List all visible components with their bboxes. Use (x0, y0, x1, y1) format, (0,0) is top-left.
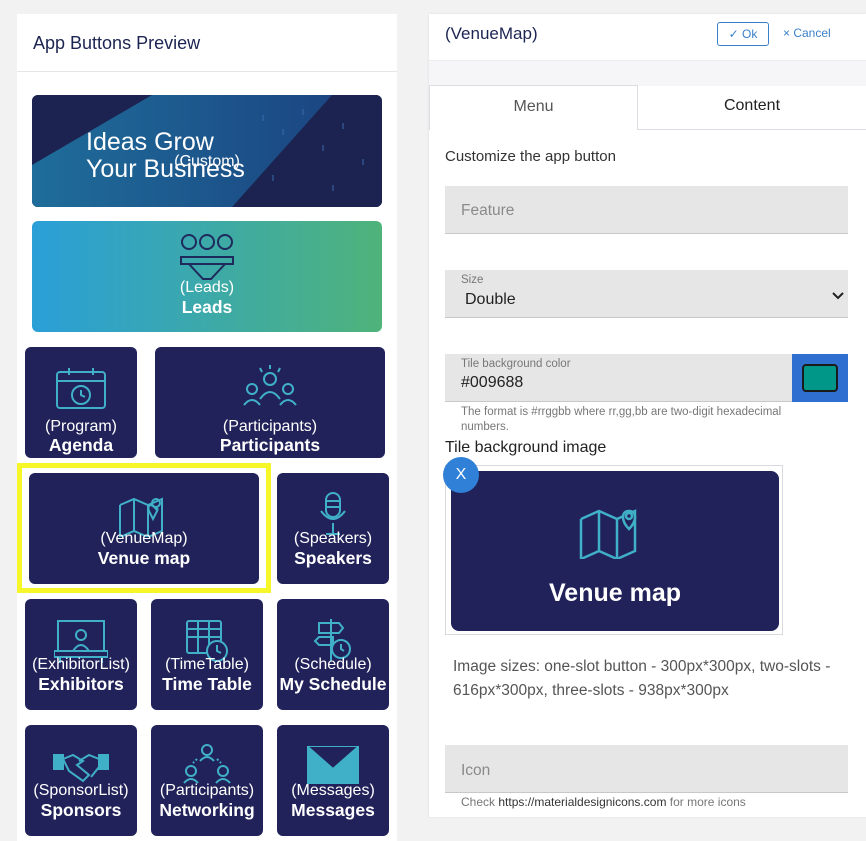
tile-name: Networking (159, 800, 255, 820)
check-suffix: for more icons (669, 795, 746, 809)
tile-label: (SponsorList) (33, 782, 129, 799)
icon-field[interactable]: Icon (445, 745, 848, 793)
feature-placeholder: Feature (461, 202, 515, 219)
tile-name: Exhibitors (38, 674, 124, 694)
tile-label: (Messages) (291, 782, 375, 799)
icon-help-text: Check https://materialdesignicons.com fo… (461, 795, 746, 809)
preview-panel-title: App Buttons Preview (17, 14, 397, 72)
calendar-clock-icon (56, 368, 106, 409)
tile-label: (Leads) (179, 279, 235, 296)
editor-title: (VenueMap) (445, 24, 538, 43)
tab-menu[interactable]: Menu (429, 85, 638, 130)
tile-name: Time Table (162, 674, 252, 694)
tile-label: (Participants) (222, 418, 318, 435)
tile-custom[interactable]: Ideas Grow Your Business (Custom) (32, 95, 382, 207)
tile-name: Venue map (97, 548, 191, 568)
bg-color-field[interactable]: Tile background color #009688 (445, 354, 795, 402)
tile-name: Messages (291, 800, 375, 820)
tile-networking[interactable]: (Participants) Networking (151, 725, 263, 836)
icon-placeholder: Icon (461, 762, 491, 779)
size-label: Size (461, 274, 484, 286)
bg-color-value: #009688 (461, 374, 524, 391)
chevron-down-icon (832, 292, 844, 300)
tile-label: (Speakers) (293, 530, 373, 547)
check-prefix: Check (461, 795, 496, 809)
materialdesignicons-link[interactable]: https://materialdesignicons.com (498, 795, 666, 809)
bg-image-preview: Venue map (445, 465, 783, 635)
feature-field[interactable]: Feature (445, 186, 848, 234)
tile-name: Agenda (48, 435, 114, 455)
cancel-button[interactable]: × Cancel (783, 22, 831, 46)
tile-agenda[interactable]: (Program) Agenda (25, 347, 137, 458)
tile-label: (Schedule) (294, 656, 372, 673)
tile-label: (Participants) (159, 782, 255, 799)
remove-image-button[interactable]: X (443, 457, 479, 493)
size-select[interactable]: Size Double (445, 270, 848, 318)
bg-image-tile-name: Venue map (549, 579, 681, 607)
app-buttons-preview-panel: App Buttons Preview Ideas Grow Your Busi… (17, 14, 397, 841)
tile-name: Sponsors (40, 800, 122, 820)
tile-label: (Custom) (174, 153, 240, 170)
ok-button[interactable]: ✓ Ok (717, 22, 769, 46)
tile-name: Leads (181, 297, 233, 317)
tab-content[interactable]: Content (638, 85, 866, 130)
tile-sponsors[interactable]: (SponsorList) Sponsors (25, 725, 137, 836)
presenter-group-icon (243, 365, 297, 406)
button-editor-panel: (VenueMap) ✓ Ok × Cancel Menu Content Cu… (429, 14, 866, 817)
envelope-icon (307, 746, 359, 784)
tile-time-table[interactable]: (TimeTable) Time Table (151, 599, 263, 710)
tile-exhibitors[interactable]: (ExhibitorList) Exhibitors (25, 599, 137, 710)
map-pin-icon (579, 509, 637, 559)
bg-color-hint: The format is #rrggbb where rr,gg,bb are… (461, 406, 782, 433)
tile-venue-map[interactable]: (VenueMap) Venue map (29, 473, 259, 584)
tile-participants[interactable]: (Participants) Participants (155, 347, 385, 458)
header-divider (429, 60, 866, 86)
editor-subtitle: Customize the app button (445, 148, 616, 165)
tile-leads[interactable]: (Leads) Leads (32, 221, 382, 332)
tile-name: Participants (219, 435, 321, 455)
size-value: Double (465, 291, 516, 308)
tile-speakers[interactable]: (Speakers) Speakers (277, 473, 389, 584)
color-swatch (802, 364, 838, 392)
tile-name: My Schedule (279, 674, 387, 694)
color-picker-button[interactable] (792, 354, 848, 402)
tile-label: (TimeTable) (165, 656, 249, 673)
tile-label: (VenueMap) (100, 530, 188, 547)
tile-label: (ExhibitorList) (32, 656, 130, 673)
tile-label: (Program) (44, 418, 117, 435)
bg-image-tile: Venue map (451, 471, 779, 631)
image-sizes-text: Image sizes: one-slot button - 300px*300… (453, 658, 831, 699)
tile-messages[interactable]: (Messages) Messages (277, 725, 389, 836)
tile-name: Speakers (294, 548, 372, 568)
tile-my-schedule[interactable]: (Schedule) My Schedule (277, 599, 389, 710)
bg-image-label: Tile background image (445, 439, 607, 456)
bg-color-label: Tile background color (461, 358, 571, 370)
